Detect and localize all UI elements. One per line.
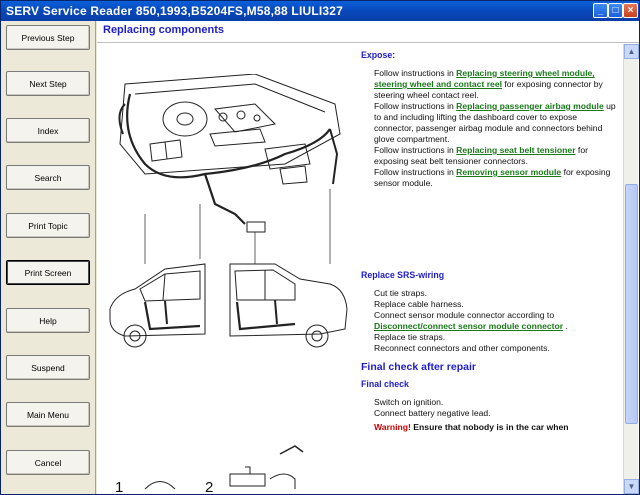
navigation-sidebar: Previous Step Next Step Index Search Pri… (1, 21, 96, 494)
main-menu-button[interactable]: Main Menu (6, 402, 90, 427)
page-title: Replacing components (103, 24, 225, 36)
replace-step-5: Reconnect connectors and other component… (374, 343, 550, 353)
title-bar[interactable]: SERV Service Reader 850,1993,B5204FS,M58… (1, 1, 639, 21)
print-screen-button[interactable]: Print Screen (6, 260, 90, 285)
figure-callout-1: 1 (115, 479, 123, 494)
scroll-up-icon[interactable]: ▲ (624, 44, 639, 59)
suspend-button[interactable]: Suspend (6, 355, 90, 380)
link-replacing-seat-belt-tensioner[interactable]: Replacing seat belt tensioner (456, 145, 575, 155)
replace-srs-wiring-heading: Replace SRS-wiring (361, 270, 445, 280)
final-step-2: Connect battery negative lead. (374, 408, 491, 418)
expose-step-4: Follow instructions in Removing sensor m… (374, 167, 611, 188)
final-step-1: Switch on ignition. (374, 397, 444, 407)
previous-step-button[interactable]: Previous Step (6, 25, 90, 50)
scroll-down-icon[interactable]: ▼ (624, 479, 639, 494)
link-replacing-passenger-airbag[interactable]: Replacing passenger airbag module (456, 101, 604, 111)
window-title: SERV Service Reader 850,1993,B5204FS,M58… (6, 4, 344, 18)
replace-step-1: Cut tie straps. (374, 288, 428, 298)
expose-step-3: Follow instructions in Replacing seat be… (374, 145, 588, 166)
document-body: 1 2 Expose: Follow instructions in Repla… (97, 44, 623, 494)
replace-step-3-link-line: Disconnect/connect sensor module connect… (374, 321, 568, 331)
search-button[interactable]: Search (6, 165, 90, 190)
srs-wiring-illustration: 1 2 (109, 74, 348, 494)
figure-callout-2: 2 (205, 479, 213, 494)
print-topic-button[interactable]: Print Topic (6, 213, 90, 238)
expose-step-1: Follow instructions in Replacing steerin… (374, 68, 603, 100)
index-button[interactable]: Index (6, 118, 90, 143)
minimize-button[interactable]: _ (593, 3, 608, 18)
replace-step-2: Replace cable harness. (374, 299, 464, 309)
vertical-scrollbar[interactable]: ▲ ▼ (623, 44, 639, 494)
next-step-button[interactable]: Next Step (6, 71, 90, 96)
content-pane: Replacing components 1 2 Expose: Follow … (97, 21, 639, 494)
replace-step-3: Connect sensor module connector accordin… (374, 310, 555, 320)
link-removing-sensor-module[interactable]: Removing sensor module (456, 167, 561, 177)
maximize-button[interactable]: □ (608, 3, 623, 18)
expose-heading: Expose: (361, 50, 396, 60)
instruction-text: Expose: Follow instructions in Replacing… (361, 50, 617, 433)
expose-step-2: Follow instructions in Replacing passeng… (374, 101, 616, 144)
scrollbar-thumb[interactable] (625, 184, 638, 424)
warning-line: Warning! Ensure that nobody is in the ca… (374, 422, 569, 432)
app-window: SERV Service Reader 850,1993,B5204FS,M58… (0, 0, 640, 495)
link-disconnect-connect-sensor-module[interactable]: Disconnect/connect sensor module connect… (374, 321, 563, 331)
cancel-button[interactable]: Cancel (6, 450, 90, 475)
close-button[interactable]: × (623, 3, 638, 18)
help-button[interactable]: Help (6, 308, 90, 333)
final-check-heading: Final check (361, 379, 409, 389)
page-header: Replacing components (97, 21, 639, 43)
final-check-after-repair-heading: Final check after repair (361, 361, 476, 373)
warning-label: Warning! (374, 422, 411, 432)
replace-step-4: Replace tie straps. (374, 332, 446, 342)
